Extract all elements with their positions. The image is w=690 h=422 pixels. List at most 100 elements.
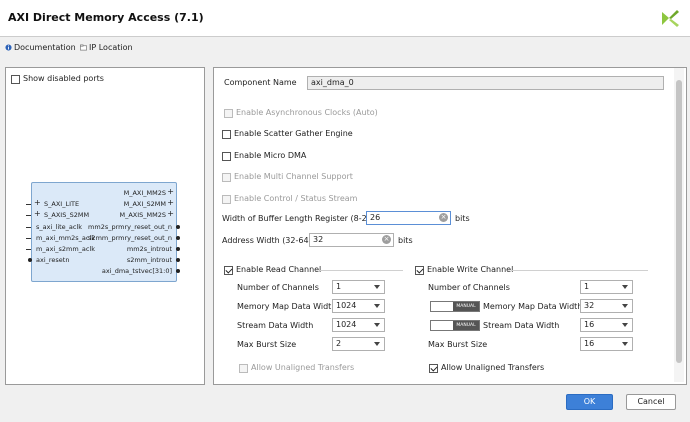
read-stream-width-value: 1024 <box>336 320 357 329</box>
chevron-down-icon <box>374 304 380 308</box>
documentation-menu[interactable]: Documentation <box>5 43 76 52</box>
write-unaligned-label: Allow Unaligned Transfers <box>441 363 545 372</box>
expand-icon[interactable]: + <box>34 198 41 207</box>
chevron-down-icon <box>622 285 628 289</box>
read-burst-select[interactable]: 2 <box>332 337 385 351</box>
write-mm-width-select[interactable]: 32 <box>580 299 633 313</box>
write-stream-width-value: 16 <box>584 320 595 329</box>
divider <box>511 270 648 271</box>
write-mm-width-label: Memory Map Data Width <box>483 302 583 311</box>
expand-icon[interactable]: + <box>34 209 41 218</box>
pin <box>26 238 31 239</box>
port-s-axi-lite: S_AXI_LITE <box>44 200 80 208</box>
address-width-field[interactable]: 32 × <box>309 233 394 247</box>
expand-icon[interactable]: + <box>167 198 174 207</box>
ip-block-symbol: + S_AXI_LITE + S_AXIS_S2MM s_axi_lite_ac… <box>26 182 180 282</box>
write-burst-select[interactable]: 16 <box>580 337 633 351</box>
stream-width-manual-toggle[interactable]: MANUAL <box>430 320 480 331</box>
port-axi-dma-tstvec: axi_dma_tstvec[31:0] <box>101 267 172 275</box>
chevron-down-icon <box>622 323 628 327</box>
write-channel-checkbox[interactable] <box>415 266 424 275</box>
write-channel-title: Enable Write Channel <box>427 265 514 274</box>
read-mm-width-select[interactable]: 1024 <box>332 299 385 313</box>
scrollbar-thumb[interactable] <box>676 80 682 363</box>
toolbar: Documentation IP Location <box>0 38 690 58</box>
ip-location-label: IP Location <box>89 43 133 52</box>
port-m-axi-mm2s-aclk: m_axi_mm2s_aclk <box>36 234 96 242</box>
show-disabled-ports-label: Show disabled ports <box>23 74 104 83</box>
read-unaligned-checkbox[interactable] <box>239 364 248 373</box>
manual-label: MANUAL <box>453 302 479 311</box>
port-m-axi-s2mm-aclk: m_axi_s2mm_aclk <box>36 245 96 253</box>
control-status-label: Enable Control / Status Stream <box>234 194 358 203</box>
chevron-down-icon <box>374 323 380 327</box>
micro-dma-label: Enable Micro DMA <box>234 151 307 160</box>
read-channel-checkbox[interactable] <box>224 266 233 275</box>
read-stream-width-label: Stream Data Width <box>237 321 314 330</box>
multi-channel-checkbox[interactable] <box>222 173 231 182</box>
address-width-value: 32 <box>313 235 324 244</box>
expand-icon[interactable]: + <box>167 209 174 218</box>
clear-icon[interactable]: × <box>382 235 391 244</box>
buffer-width-field[interactable]: 26 × <box>366 211 451 225</box>
window-title: AXI Direct Memory Access (7.1) <box>8 11 204 24</box>
read-mm-width-label: Memory Map Data Width <box>237 302 337 311</box>
control-status-checkbox[interactable] <box>222 195 231 204</box>
multi-channel-label: Enable Multi Channel Support <box>234 172 353 181</box>
read-burst-label: Max Burst Size <box>237 340 297 349</box>
pin <box>26 204 31 205</box>
vivado-logo-icon <box>662 10 679 27</box>
pin <box>26 215 31 216</box>
read-mm-width-value: 1024 <box>336 301 357 310</box>
clear-icon[interactable]: × <box>439 213 448 222</box>
scatter-gather-checkbox[interactable] <box>222 130 231 139</box>
write-stream-width-select[interactable]: 16 <box>580 318 633 332</box>
pin-dot <box>28 258 32 262</box>
write-burst-label: Max Burst Size <box>428 340 488 349</box>
component-name-field[interactable]: axi_dma_0 <box>307 76 664 90</box>
pin-dot <box>176 236 180 240</box>
info-icon <box>5 44 12 51</box>
ip-location-button[interactable]: IP Location <box>80 43 133 52</box>
read-num-channels-select[interactable]: 1 <box>332 280 385 294</box>
port-m-axi-s2mm: M_AXI_S2MM <box>123 200 166 208</box>
write-num-channels-select[interactable]: 1 <box>580 280 633 294</box>
port-s2mm-prmry-reset-out-n: s2mm_prmry_reset_out_n <box>88 234 172 242</box>
port-s-axi-lite-aclk: s_axi_lite_aclk <box>36 223 83 231</box>
write-unaligned-checkbox[interactable] <box>429 364 438 373</box>
show-disabled-ports-checkbox[interactable] <box>11 75 20 84</box>
async-clocks-checkbox[interactable] <box>224 109 233 118</box>
chevron-down-icon <box>374 285 380 289</box>
write-mm-width-value: 32 <box>584 301 595 310</box>
buffer-width-unit: bits <box>455 214 470 223</box>
pin-dot <box>176 258 180 262</box>
ok-button[interactable]: OK <box>566 394 613 410</box>
cancel-button[interactable]: Cancel <box>626 394 676 410</box>
pin-dot <box>176 225 180 229</box>
chevron-down-icon <box>622 304 628 308</box>
read-num-channels-label: Number of Channels <box>237 283 319 292</box>
divider <box>320 270 403 271</box>
scatter-gather-label: Enable Scatter Gather Engine <box>234 129 353 138</box>
write-num-channels-label: Number of Channels <box>428 283 510 292</box>
read-channel-title: Enable Read Channel <box>236 265 322 274</box>
micro-dma-checkbox[interactable] <box>222 152 231 161</box>
async-clocks-label: Enable Asynchronous Clocks (Auto) <box>236 108 378 117</box>
mm-width-manual-toggle[interactable]: MANUAL <box>430 301 480 312</box>
port-m-axis-mm2s: M_AXIS_MM2S <box>119 211 166 219</box>
write-stream-width-label: Stream Data Width <box>483 321 560 330</box>
chevron-down-icon <box>374 342 380 346</box>
address-width-label: Address Width (32-64) <box>222 236 312 245</box>
read-stream-width-select[interactable]: 1024 <box>332 318 385 332</box>
write-burst-value: 16 <box>584 339 595 348</box>
vertical-scrollbar[interactable] <box>674 68 684 382</box>
folder-icon <box>80 44 87 51</box>
pin <box>26 227 31 228</box>
port-mm2s-prmry-reset-out-n: mm2s_prmry_reset_out_n <box>88 223 172 231</box>
title-bar: AXI Direct Memory Access (7.1) <box>0 0 690 37</box>
expand-icon[interactable]: + <box>167 187 174 196</box>
configuration-panel: Component Name axi_dma_0 Enable Asynchro… <box>213 67 687 385</box>
pin-dot <box>176 269 180 273</box>
port-axi-resetn: axi_resetn <box>36 256 70 264</box>
pin <box>26 249 31 250</box>
